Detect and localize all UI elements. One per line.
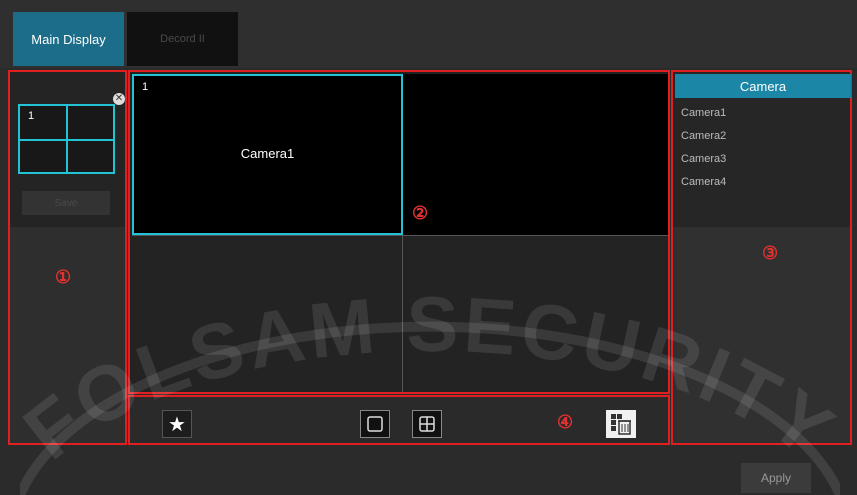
layout-thumbnail[interactable]: 1 (18, 104, 115, 174)
camera-list-item[interactable]: Camera2 (681, 130, 801, 148)
clear-all-icon[interactable] (606, 410, 636, 438)
region-marker-3: ③ (762, 243, 779, 263)
region-marker-4: ④ (557, 412, 574, 432)
grid-cell-4[interactable] (403, 235, 668, 392)
region-marker-2: ② (412, 203, 429, 223)
camera-list-item[interactable]: Camera4 (681, 176, 801, 194)
grid-cell-1[interactable]: 1 Camera1 (132, 74, 403, 235)
star-icon[interactable]: ★ (162, 410, 192, 438)
region-marker-1: ① (55, 267, 72, 287)
grid-cell-2[interactable] (403, 74, 668, 235)
save-layout-button[interactable]: Save (22, 191, 110, 215)
tab-second-display[interactable]: Decord II (127, 12, 238, 66)
camera-list-header: Camera (675, 74, 851, 98)
close-icon[interactable]: ✕ (113, 93, 125, 105)
camera-list-item[interactable]: Camera1 (681, 107, 801, 125)
quad-screen-icon[interactable] (412, 410, 442, 438)
layout-toolbar: ★ (128, 395, 670, 445)
grid-cell-3[interactable] (132, 235, 403, 392)
thumbnail-number: 1 (28, 110, 35, 122)
cell-camera-label: Camera1 (240, 146, 295, 161)
camera-list-item[interactable]: Camera3 (681, 153, 801, 171)
apply-button[interactable]: Apply (741, 463, 811, 493)
tab-main-display[interactable]: Main Display (13, 12, 124, 66)
display-grid: 1 Camera1 (128, 70, 670, 394)
cell-number: 1 (142, 81, 149, 93)
layout-panel-empty-area (10, 227, 125, 443)
thumbnail-divider (66, 106, 68, 172)
single-screen-icon[interactable] (360, 410, 390, 438)
